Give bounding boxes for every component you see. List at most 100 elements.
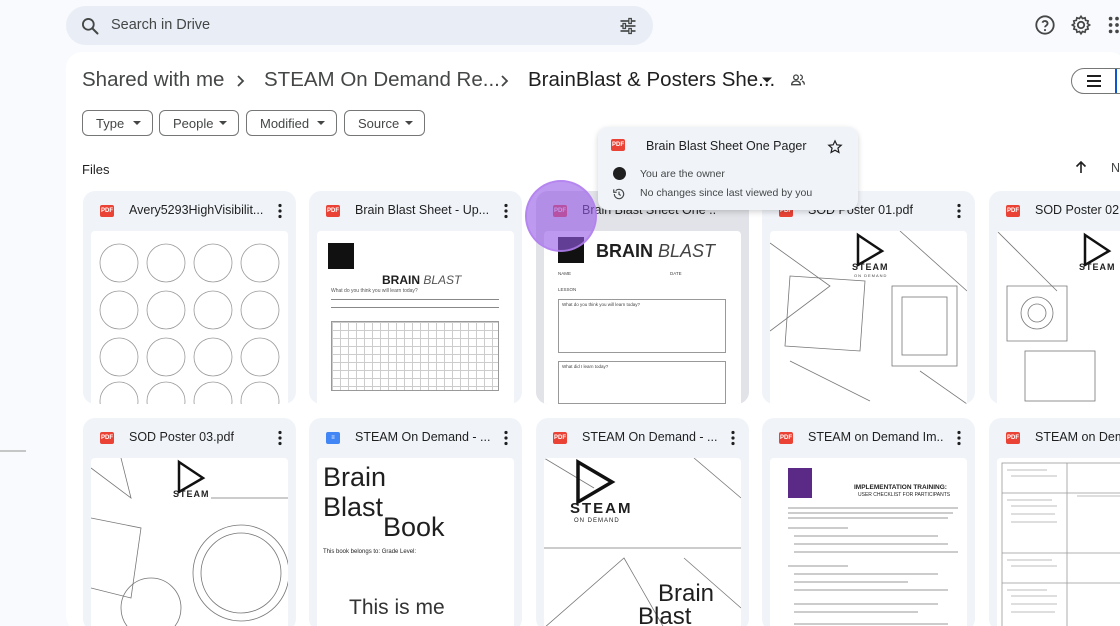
more-options-icon[interactable] <box>504 430 508 446</box>
file-thumbnail: BRAIN BLAST NAME DATE LESSON What do you… <box>544 231 741 404</box>
circle-labels-thumbnail <box>99 243 280 404</box>
file-thumbnail: STEAM ON DEMAND <box>770 231 967 404</box>
search-options-icon[interactable] <box>618 16 638 36</box>
sort-direction-arrow-icon[interactable] <box>1074 160 1088 174</box>
thumb-brain-word: BRAIN <box>382 273 420 287</box>
file-name: SOD Poster 03.pdf <box>129 430 234 444</box>
left-divider <box>0 450 26 452</box>
breadcrumb-steam-on-demand[interactable]: STEAM On Demand Re... <box>264 68 500 92</box>
file-thumbnail: Brain Blast Book This book belongs to: G… <box>317 458 514 626</box>
file-card[interactable]: PDF SOD Poster 02.p STEAM <box>989 191 1120 404</box>
pdf-icon: PDF <box>1006 432 1020 444</box>
filter-modified[interactable]: Modified <box>246 110 337 136</box>
pdf-icon: PDF <box>100 432 114 444</box>
breadcrumb-shared-with-me[interactable]: Shared with me <box>82 68 224 92</box>
more-options-icon[interactable] <box>504 203 508 219</box>
search-input[interactable]: Search in Drive <box>111 17 210 33</box>
checklist-text-lines <box>788 507 958 625</box>
thumb-line <box>331 307 499 308</box>
file-name: Avery5293HighVisibilit... <box>129 203 264 217</box>
steam-wordmark: STEAM <box>570 500 633 517</box>
cursor-highlight <box>525 180 597 252</box>
poster-line-art <box>770 231 967 404</box>
more-options-icon[interactable] <box>957 203 961 219</box>
files-section-title: Files <box>82 162 110 177</box>
sort-by-name[interactable]: Na <box>1111 161 1120 175</box>
doc-title-book: Book <box>383 512 445 542</box>
thumb-brain-title: BRAIN BLAST <box>596 241 715 262</box>
thumb-name-field: NAME <box>558 271 572 276</box>
thumb-question: What do you think you will learn today? <box>331 288 418 294</box>
filter-type[interactable]: Type <box>82 110 153 136</box>
shared-people-icon[interactable] <box>790 72 806 88</box>
filter-modified-label: Modified <box>260 115 310 131</box>
tooltip-activity: No changes since last viewed by you <box>640 187 813 199</box>
apps-grid-icon[interactable] <box>1106 14 1120 36</box>
file-card[interactable]: PDF STEAM on Dema <box>989 418 1120 626</box>
thumb-question: What do you think you will learn today? <box>562 302 641 307</box>
file-name: STEAM on Dema <box>1035 430 1120 444</box>
steam-wordmark: STEAM <box>852 262 889 272</box>
on-demand-wordmark: ON DEMAND <box>574 518 620 524</box>
file-name: SOD Poster 02.p <box>1035 203 1120 217</box>
drive-page: Search in Drive Shared with me STEAM On … <box>0 0 1120 626</box>
thumb-date-field: DATE <box>670 271 682 276</box>
file-card[interactable]: PDF STEAM On Demand - ... STEAM ON DEMAN… <box>536 418 749 626</box>
file-name: STEAM on Demand Im... <box>808 430 943 444</box>
star-icon[interactable] <box>827 139 843 155</box>
poster-line-art <box>997 231 1112 402</box>
file-thumbnail <box>997 458 1120 626</box>
search-bar[interactable]: Search in Drive <box>66 6 653 45</box>
filter-source-label: Source <box>358 115 400 131</box>
more-options-icon[interactable] <box>957 430 961 446</box>
steam-logo-icon <box>788 468 812 498</box>
poster-line-art <box>91 458 288 626</box>
file-card[interactable]: PDF Brain Blast Sheet - Up... BRAIN BLAS… <box>309 191 522 404</box>
file-thumbnail <box>91 231 288 404</box>
list-view-icon[interactable] <box>1087 75 1101 87</box>
doc-this-is-me: This is me <box>349 596 445 619</box>
filter-source[interactable]: Source <box>344 110 425 136</box>
breadcrumb-current-folder[interactable]: BrainBlast & Posters She... <box>528 68 775 92</box>
file-card[interactable]: PDF SOD Poster 01.pdf STEAM ON DEMAND <box>762 191 975 404</box>
impl-subtitle: USER CHECKLIST FOR PARTICIPANTS <box>858 492 951 498</box>
pdf-icon: PDF <box>611 139 625 151</box>
history-icon <box>613 188 625 200</box>
tooltip-owner: You are the owner <box>640 168 725 180</box>
caret-down-icon <box>133 121 141 125</box>
caret-down-icon <box>317 121 325 125</box>
file-card[interactable]: PDF Avery5293HighVisibilit... <box>83 191 296 404</box>
more-options-icon[interactable] <box>731 430 735 446</box>
poster-blast-word: Blast <box>638 603 692 626</box>
settings-gear-icon[interactable] <box>1070 14 1092 36</box>
search-icon <box>82 18 99 35</box>
thumb-question: What did I learn today? <box>562 364 609 369</box>
pdf-icon: PDF <box>326 205 340 217</box>
help-icon[interactable] <box>1034 14 1056 36</box>
filter-people-label: People <box>173 115 214 131</box>
caret-down-icon <box>219 121 227 125</box>
view-toggle[interactable] <box>1071 68 1120 94</box>
file-card[interactable]: ≡ STEAM On Demand - ... Brain Blast Book… <box>309 418 522 626</box>
doc-belongs-line: This book belongs to: Grade Level: <box>323 549 417 555</box>
more-options-icon[interactable] <box>278 203 282 219</box>
filter-type-label: Type <box>96 115 125 131</box>
pdf-icon: PDF <box>1006 205 1020 217</box>
folder-menu-caret-icon[interactable] <box>761 76 773 84</box>
view-toggle-divider <box>1115 69 1117 93</box>
file-card[interactable]: PDF STEAM on Demand Im... IMPLEMENTATION… <box>762 418 975 626</box>
on-demand-wordmark: ON DEMAND <box>854 273 888 278</box>
file-thumbnail: STEAM <box>997 231 1120 404</box>
tooltip-title: Brain Blast Sheet One Pager <box>646 139 807 153</box>
file-card[interactable]: PDF SOD Poster 03.pdf STEAM <box>83 418 296 626</box>
file-thumbnail: STEAM ON DEMAND Brain Blast <box>544 458 741 626</box>
thumb-brain-title: BRAIN BLAST <box>382 273 461 287</box>
steam-wordmark: STEAM <box>173 489 210 499</box>
pdf-icon: PDF <box>553 432 567 444</box>
more-options-icon[interactable] <box>278 430 282 446</box>
steam-logo-icon <box>328 243 354 269</box>
file-name: Brain Blast Sheet - Up... <box>355 203 490 217</box>
impl-title: IMPLEMENTATION TRAINING: <box>854 484 947 491</box>
filter-people[interactable]: People <box>159 110 239 136</box>
thumb-line <box>331 299 499 300</box>
